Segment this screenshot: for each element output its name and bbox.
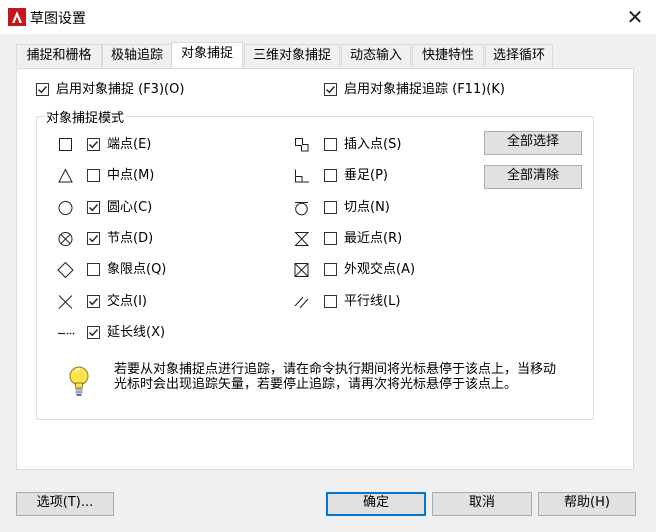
nearest-checkbox[interactable] (324, 232, 337, 245)
snap-modes-group-title: 对象捕捉模式 (44, 107, 127, 126)
node-label: 节点(D) (107, 231, 154, 246)
select-all-button[interactable]: 全部选择 (484, 131, 582, 155)
autocad-icon (8, 8, 26, 26)
endpoint-marker-icon (57, 136, 75, 154)
midpoint-checkbox[interactable] (87, 169, 100, 182)
extension-checkbox[interactable] (87, 326, 100, 339)
title-bar (0, 0, 656, 34)
enable-object-snap-checkbox[interactable] (36, 83, 49, 96)
tab-polar-tracking[interactable]: 极轴追踪 (102, 44, 172, 67)
tangent-checkbox[interactable] (324, 201, 337, 214)
nearest-label: 最近点(R) (344, 231, 403, 246)
tab-snap-grid[interactable]: 捕捉和栅格 (16, 44, 102, 67)
apparent-intersection-marker-icon (293, 261, 311, 279)
insertion-marker-icon (293, 136, 311, 154)
help-button[interactable]: 帮助(H) (538, 492, 636, 516)
tangent-label: 切点(N) (344, 200, 390, 215)
enable-snap-tracking-label: 启用对象捕捉追踪 (F11)(K) (344, 82, 505, 97)
lightbulb-icon (66, 365, 92, 399)
intersection-label: 交点(I) (107, 294, 147, 309)
enable-snap-tracking-checkbox[interactable] (324, 83, 337, 96)
node-checkbox[interactable] (87, 232, 100, 245)
perpendicular-checkbox[interactable] (324, 169, 337, 182)
window-title: 草图设置 (30, 11, 86, 27)
midpoint-label: 中点(M) (107, 168, 155, 183)
nearest-marker-icon (293, 230, 311, 248)
tab-quick-properties[interactable]: 快捷特性 (412, 44, 484, 67)
intersection-marker-icon (57, 293, 75, 311)
midpoint-marker-icon (57, 167, 75, 185)
quadrant-label: 象限点(Q) (107, 262, 167, 277)
tab-3d-object-snap[interactable]: 三维对象捕捉 (244, 44, 340, 67)
insertion-label: 插入点(S) (344, 137, 402, 152)
quadrant-checkbox[interactable] (87, 263, 100, 276)
parallel-label: 平行线(L) (344, 294, 401, 309)
endpoint-label: 端点(E) (107, 137, 152, 152)
insertion-checkbox[interactable] (324, 138, 337, 151)
center-marker-icon (57, 199, 75, 217)
parallel-marker-icon (293, 293, 311, 311)
tangent-marker-icon (293, 199, 311, 217)
center-label: 圆心(C) (107, 200, 153, 215)
parallel-checkbox[interactable] (324, 295, 337, 308)
endpoint-checkbox[interactable] (87, 138, 100, 151)
options-button[interactable]: 选项(T)... (16, 492, 114, 516)
node-marker-icon (57, 230, 75, 248)
tab-object-snap[interactable]: 对象捕捉 (171, 42, 243, 68)
intersection-checkbox[interactable] (87, 295, 100, 308)
tab-dynamic-input[interactable]: 动态输入 (341, 44, 411, 67)
apparent-intersection-label: 外观交点(A) (344, 262, 416, 277)
perpendicular-label: 垂足(P) (344, 168, 388, 183)
clear-all-button[interactable]: 全部清除 (484, 165, 582, 189)
extension-marker-icon (57, 324, 75, 342)
close-icon[interactable]: ✕ (620, 2, 650, 32)
ok-button[interactable]: 确定 (326, 492, 426, 516)
tracking-hint-text: 若要从对象捕捉点进行追踪，请在命令执行期间将光标悬停于该点上，当移动光标时会出现… (114, 362, 557, 392)
tab-selection-cycling[interactable]: 选择循环 (485, 44, 553, 67)
center-checkbox[interactable] (87, 201, 100, 214)
cancel-button[interactable]: 取消 (432, 492, 532, 516)
quadrant-marker-icon (57, 261, 75, 279)
perpendicular-marker-icon (293, 167, 311, 185)
apparent-intersection-checkbox[interactable] (324, 263, 337, 276)
enable-object-snap-label: 启用对象捕捉 (F3)(O) (56, 82, 185, 97)
extension-label: 延长线(X) (107, 325, 166, 340)
